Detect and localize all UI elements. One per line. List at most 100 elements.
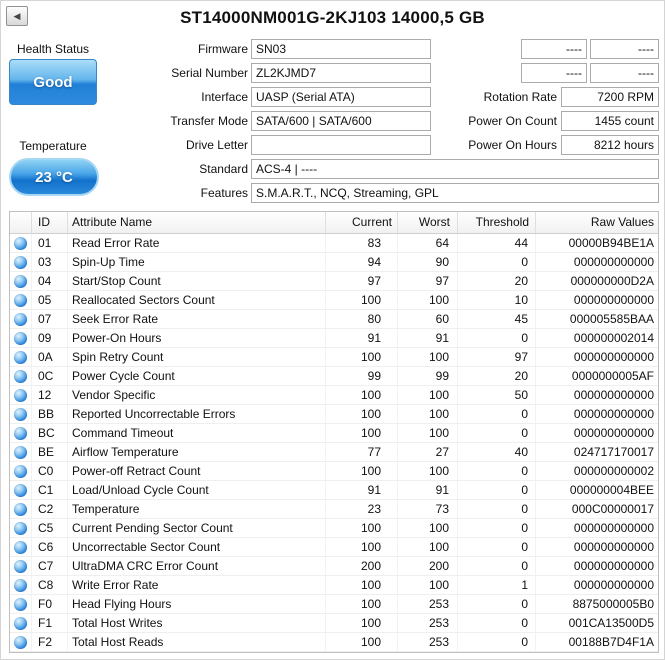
table-row[interactable]: 09 Power-On Hours 91 91 0 000000002014 bbox=[10, 329, 658, 348]
field-label-power-on-hours: Power On Hours bbox=[468, 138, 557, 152]
table-row[interactable]: C1 Load/Unload Cycle Count 91 91 0 000000004B… bbox=[10, 481, 658, 500]
table-row[interactable]: BC Command Timeout 100 100 0 000000000000 bbox=[10, 424, 658, 443]
status-dot-blue-icon bbox=[14, 293, 27, 307]
attr-name: Command Timeout bbox=[68, 424, 326, 442]
field-value-drive-letter bbox=[251, 135, 431, 155]
attr-raw-values: 000000000000 bbox=[573, 559, 654, 573]
attr-name: Total Host Reads bbox=[68, 633, 326, 651]
attr-threshold: 45 bbox=[458, 310, 536, 328]
attr-threshold: 0 bbox=[458, 253, 536, 271]
column-header-name: Attribute Name bbox=[68, 212, 326, 233]
status-cell bbox=[10, 576, 32, 594]
attr-threshold: 0 bbox=[458, 614, 536, 632]
field-value-interface: UASP (Serial ATA) bbox=[251, 87, 431, 107]
table-row[interactable]: F0 Head Flying Hours 100 253 0 8875000005B0 bbox=[10, 595, 658, 614]
attr-threshold: 50 bbox=[458, 386, 536, 404]
attr-raw-values: 000000000D2A bbox=[570, 274, 654, 288]
status-cell bbox=[10, 462, 32, 480]
attr-name: Total Host Writes bbox=[68, 614, 326, 632]
attr-raw-values: 000000000000 bbox=[573, 540, 654, 554]
status-dot-blue-icon bbox=[14, 559, 27, 573]
attr-raw-values: 000C00000017 bbox=[571, 502, 654, 516]
drive-title: ST14000NM001G-2KJ103 14000,5 GB bbox=[180, 8, 485, 27]
attr-worst: 253 bbox=[398, 614, 458, 632]
attr-id: 03 bbox=[32, 253, 68, 271]
attr-id: C6 bbox=[32, 538, 68, 556]
table-row[interactable]: 03 Spin-Up Time 94 90 0 000000000000 bbox=[10, 253, 658, 272]
attr-id: F2 bbox=[32, 633, 68, 651]
table-row[interactable]: 04 Start/Stop Count 97 97 20 000000000D2A bbox=[10, 272, 658, 291]
status-cell bbox=[10, 443, 32, 461]
status-dot-blue-icon bbox=[14, 616, 27, 630]
attr-worst: 97 bbox=[398, 272, 458, 290]
status-dot-blue-icon bbox=[14, 521, 27, 535]
attr-raw-values: 00000B94BE1A bbox=[568, 236, 654, 250]
column-header-id: ID bbox=[32, 212, 68, 233]
attr-id: 07 bbox=[32, 310, 68, 328]
field-label-features: Features bbox=[200, 186, 248, 200]
table-row[interactable]: 0C Power Cycle Count 99 99 20 0000000005AF bbox=[10, 367, 658, 386]
status-dot-blue-icon bbox=[14, 274, 27, 288]
table-row[interactable]: 01 Read Error Rate 83 64 44 00000B94BE1A bbox=[10, 234, 658, 253]
attr-current: 100 bbox=[326, 386, 398, 404]
attr-name: Temperature bbox=[68, 500, 326, 518]
app: ◀ ST14000NM001G-2KJ103 14000,5 GB Health… bbox=[0, 0, 665, 660]
status-dot-blue-icon bbox=[14, 483, 27, 497]
attr-raw-values: 000000000000 bbox=[573, 407, 654, 421]
column-header-dot bbox=[10, 212, 32, 233]
field-value-standard: ACS-4 | ---- bbox=[251, 159, 659, 179]
attr-worst: 91 bbox=[398, 329, 458, 347]
status-dot-blue-icon bbox=[14, 236, 27, 250]
attr-current: 80 bbox=[326, 310, 398, 328]
attr-worst: 99 bbox=[398, 367, 458, 385]
attr-threshold: 10 bbox=[458, 291, 536, 309]
attr-current: 77 bbox=[326, 443, 398, 461]
attr-raw-values: 000000000000 bbox=[573, 255, 654, 269]
status-dot-blue-icon bbox=[14, 597, 27, 611]
dash-value-a: ---- bbox=[521, 39, 587, 59]
table-row[interactable]: C5 Current Pending Sector Count 100 100 0 000… bbox=[10, 519, 658, 538]
table-row[interactable]: C6 Uncorrectable Sector Count 100 100 0 00000… bbox=[10, 538, 658, 557]
table-row[interactable]: C8 Write Error Rate 100 100 1 000000000000 bbox=[10, 576, 658, 595]
attr-worst: 64 bbox=[398, 234, 458, 252]
attr-name: Power-off Retract Count bbox=[68, 462, 326, 480]
field-label-serial-number: Serial Number bbox=[171, 66, 248, 80]
table-row[interactable]: BE Airflow Temperature 77 27 40 024717170017 bbox=[10, 443, 658, 462]
attr-current: 100 bbox=[326, 595, 398, 613]
attr-raw-values: 000000000000 bbox=[573, 521, 654, 535]
attr-raw-values: 000000000002 bbox=[573, 464, 654, 478]
attr-current: 83 bbox=[326, 234, 398, 252]
status-dot-blue-icon bbox=[14, 540, 27, 554]
field-value-features: S.M.A.R.T., NCQ, Streaming, GPL bbox=[251, 183, 659, 203]
attr-worst: 100 bbox=[398, 538, 458, 556]
table-row[interactable]: 12 Vendor Specific 100 100 50 000000000000 bbox=[10, 386, 658, 405]
attr-current: 100 bbox=[326, 538, 398, 556]
table-row[interactable]: BB Reported Uncorrectable Errors 100 100 0 00… bbox=[10, 405, 658, 424]
table-row[interactable]: F1 Total Host Writes 100 253 0 001CA13500D5 bbox=[10, 614, 658, 633]
attr-worst: 27 bbox=[398, 443, 458, 461]
attr-name: Write Error Rate bbox=[68, 576, 326, 594]
attr-worst: 100 bbox=[398, 348, 458, 366]
table-row[interactable]: C7 UltraDMA CRC Error Count 200 200 0 0000000… bbox=[10, 557, 658, 576]
status-cell bbox=[10, 272, 32, 290]
table-row[interactable]: 07 Seek Error Rate 80 60 45 000005585BAA bbox=[10, 310, 658, 329]
attr-current: 100 bbox=[326, 462, 398, 480]
table-row[interactable]: F2 Total Host Reads 100 253 0 00188B7D4F1A bbox=[10, 633, 658, 652]
attr-threshold: 44 bbox=[458, 234, 536, 252]
attr-name: UltraDMA CRC Error Count bbox=[68, 557, 326, 575]
table-row[interactable]: C0 Power-off Retract Count 100 100 0 00000000… bbox=[10, 462, 658, 481]
attr-current: 100 bbox=[326, 519, 398, 537]
status-dot-blue-icon bbox=[14, 407, 27, 421]
status-dot-blue-icon bbox=[14, 445, 27, 459]
attr-threshold: 0 bbox=[458, 519, 536, 537]
attr-worst: 73 bbox=[398, 500, 458, 518]
table-row[interactable]: C2 Temperature 23 73 0 000C00000017 bbox=[10, 500, 658, 519]
column-header-cur: Current bbox=[326, 212, 398, 233]
attr-worst: 100 bbox=[398, 424, 458, 442]
status-dot-blue-icon bbox=[14, 350, 27, 364]
table-row[interactable]: 0A Spin Retry Count 100 100 97 000000000000 bbox=[10, 348, 658, 367]
attr-current: 94 bbox=[326, 253, 398, 271]
table-row[interactable]: 05 Reallocated Sectors Count 100 100 10 00000… bbox=[10, 291, 658, 310]
attr-id: BC bbox=[32, 424, 68, 442]
attr-threshold: 40 bbox=[458, 443, 536, 461]
